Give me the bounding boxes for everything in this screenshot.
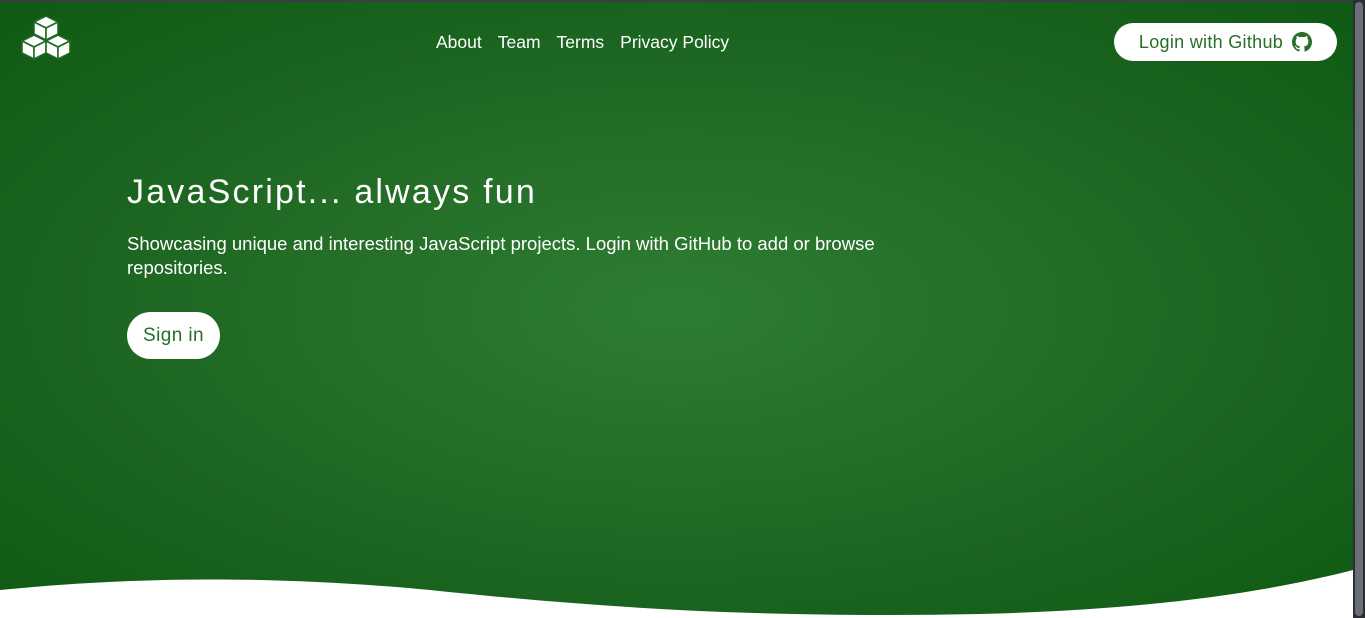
sign-in-button-label: Sign in (143, 324, 204, 346)
hero-headline: JavaScript... always fun (127, 173, 537, 211)
nav-link-about[interactable]: About (436, 31, 482, 53)
vertical-scrollbar[interactable] (1353, 0, 1365, 618)
scrollbar-thumb[interactable] (1355, 2, 1363, 616)
wave-divider (0, 570, 1353, 618)
hero-section: About Team Terms Privacy Policy Login wi… (0, 0, 1353, 618)
hero-lead-text: Showcasing unique and interesting JavaSc… (127, 233, 875, 278)
nav-link-terms[interactable]: Terms (557, 31, 605, 53)
sign-in-button[interactable]: Sign in (127, 312, 220, 359)
cubes-icon[interactable] (20, 15, 72, 61)
login-button-label: Login with Github (1138, 31, 1284, 52)
main-nav: About Team Terms Privacy Policy (436, 31, 729, 53)
window-top-border (0, 0, 1365, 2)
nav-link-privacy-policy[interactable]: Privacy Policy (620, 31, 729, 53)
page: About Team Terms Privacy Policy Login wi… (0, 0, 1365, 618)
nav-link-team[interactable]: Team (498, 31, 541, 53)
login-with-github-button[interactable]: Login with Github (1114, 23, 1337, 61)
github-icon (1292, 32, 1313, 52)
